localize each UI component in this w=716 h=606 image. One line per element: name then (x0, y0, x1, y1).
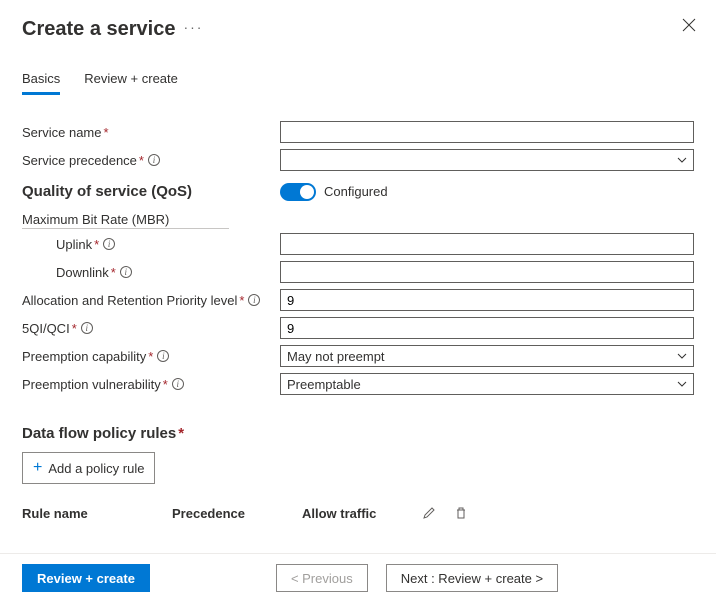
next-button[interactable]: Next : Review + create > (386, 564, 558, 592)
label-service-precedence: Service precedence* i (22, 153, 280, 168)
preempt-vuln-select[interactable]: Preemptable (280, 373, 694, 395)
downlink-input[interactable] (280, 261, 694, 283)
service-name-input[interactable] (280, 121, 694, 143)
label-downlink: Downlink* i (22, 265, 280, 280)
plus-icon: + (33, 459, 42, 477)
required-icon: * (139, 153, 144, 168)
info-icon[interactable]: i (81, 322, 93, 334)
col-rule-name: Rule name (22, 506, 172, 521)
toggle-label: Configured (324, 184, 388, 199)
label-preempt-vuln: Preemption vulnerability* i (22, 377, 280, 392)
delete-icon[interactable] (454, 506, 468, 521)
preempt-cap-select[interactable]: May not preempt (280, 345, 694, 367)
add-policy-rule-button[interactable]: + Add a policy rule (22, 452, 155, 484)
info-icon[interactable]: i (148, 154, 160, 166)
info-icon[interactable]: i (103, 238, 115, 250)
col-precedence: Precedence (172, 506, 302, 521)
label-5qi: 5QI/QCI* i (22, 321, 280, 336)
arp-input[interactable] (280, 289, 694, 311)
col-allow-traffic: Allow traffic (302, 506, 422, 521)
chevron-down-icon (677, 379, 687, 389)
header: Create a service ··· (22, 18, 694, 41)
qos-toggle[interactable] (280, 183, 316, 201)
rules-header-row: Rule name Precedence Allow traffic (22, 506, 694, 521)
footer: Review + create < Previous Next : Review… (22, 564, 694, 592)
fiveqi-input[interactable] (280, 317, 694, 339)
rules-section-title: Data flow policy rules* (22, 425, 694, 442)
info-icon[interactable]: i (157, 350, 169, 362)
page-title: Create a service (22, 18, 175, 41)
chevron-down-icon (677, 351, 687, 361)
info-icon[interactable]: i (120, 266, 132, 278)
qos-section-title: Quality of service (QoS) (22, 183, 192, 200)
chevron-down-icon (677, 155, 687, 165)
label-arp: Allocation and Retention Priority level*… (22, 293, 280, 308)
label-uplink: Uplink* i (22, 237, 280, 252)
label-service-name: Service name* (22, 125, 280, 140)
info-icon[interactable]: i (172, 378, 184, 390)
required-icon: * (103, 125, 108, 140)
create-service-panel: Create a service ··· Basics Review + cre… (0, 0, 716, 606)
mbr-subtitle: Maximum Bit Rate (MBR) (22, 212, 229, 229)
info-icon[interactable]: i (248, 294, 260, 306)
edit-icon[interactable] (422, 506, 436, 521)
previous-button[interactable]: < Previous (276, 564, 368, 592)
label-preempt-cap: Preemption capability* i (22, 349, 280, 364)
tabs: Basics Review + create (22, 71, 694, 95)
tab-review[interactable]: Review + create (84, 71, 178, 95)
more-icon[interactable]: ··· (183, 19, 203, 35)
close-icon[interactable] (682, 18, 696, 32)
tab-basics[interactable]: Basics (22, 71, 60, 95)
uplink-input[interactable] (280, 233, 694, 255)
service-precedence-select[interactable] (280, 149, 694, 171)
divider (0, 553, 716, 554)
review-create-button[interactable]: Review + create (22, 564, 150, 592)
